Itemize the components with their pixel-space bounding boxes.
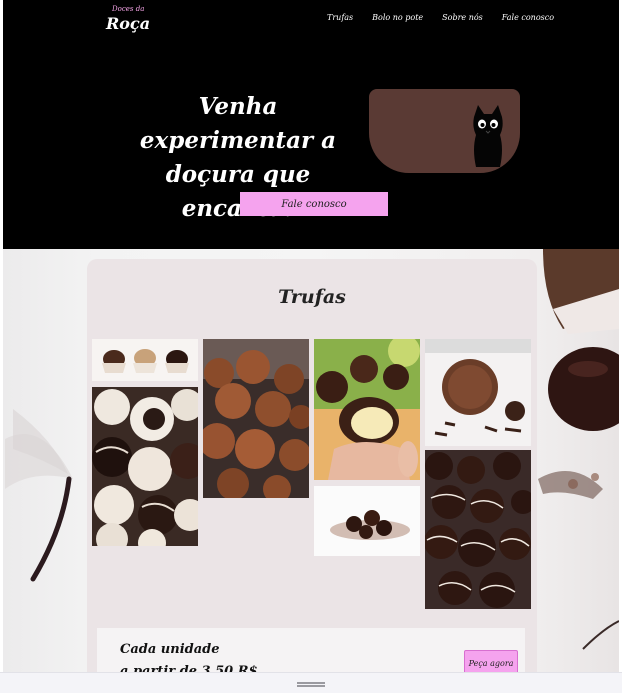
hero-image-card (369, 89, 520, 173)
nav-item-sobre-nos[interactable]: Sobre nós (442, 13, 483, 22)
black-cat-icon (473, 105, 503, 167)
bitten-truffle-photo (314, 339, 420, 480)
chocolate-decoration (538, 249, 619, 650)
trufas-panel: Trufas (87, 259, 537, 679)
cocoa-dust-truffles-photo (314, 486, 420, 556)
dried-flower-decoration (5, 409, 73, 582)
truffle-trio-photo (92, 339, 198, 381)
price-line1: Cada unidade (120, 642, 220, 657)
brand-small-text: Doces da (112, 5, 145, 13)
brand-name: Roça (106, 14, 151, 33)
brand-logo[interactable]: Doces da Roça (106, 5, 150, 33)
hero-headline-line1: Venha experimentar a (139, 93, 337, 154)
nav-item-bolo-no-pote[interactable]: Bolo no pote (372, 13, 423, 22)
drag-handle-icon[interactable] (297, 682, 325, 687)
main-nav: Trufas Bolo no pote Sobre nós Fale conos… (327, 13, 554, 22)
striped-truffles-photo (425, 450, 531, 609)
nav-item-trufas[interactable]: Trufas (327, 13, 353, 22)
nav-item-fale-conosco[interactable]: Fale conosco (502, 13, 554, 22)
trufas-title: Trufas (278, 286, 346, 308)
contact-button[interactable]: Fale conosco (240, 192, 388, 216)
white-chocolate-truffles-photo (92, 387, 198, 546)
bottom-bar (0, 672, 622, 693)
chocolate-curl-truffle-photo (425, 339, 531, 446)
cocoa-truffles-photo (203, 339, 309, 498)
hero-section: Doces da Roça Trufas Bolo no pote Sobre … (3, 0, 619, 249)
